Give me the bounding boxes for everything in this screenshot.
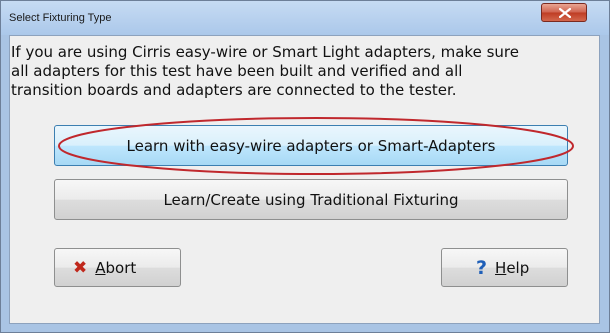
message-line: transition boards and adapters are conne… — [11, 81, 457, 99]
abort-button[interactable]: ✖ Abort — [54, 248, 181, 287]
close-icon — [559, 8, 571, 18]
x-icon: ✖ — [73, 257, 88, 278]
help-label: Help — [495, 258, 530, 277]
instruction-message: If you are using Cirris easy-wire or Sma… — [11, 43, 591, 100]
learn-traditional-label: Learn/Create using Traditional Fixturing — [163, 190, 459, 209]
window-title: Select Fixturing Type — [9, 12, 112, 24]
dialog-window: Select Fixturing Type If you are using C… — [0, 0, 610, 333]
abort-label: Abort — [95, 258, 137, 277]
close-button[interactable] — [541, 3, 587, 22]
title-bar[interactable]: Select Fixturing Type — [1, 1, 609, 35]
message-line: If you are using Cirris easy-wire or Sma… — [11, 43, 519, 61]
question-icon: ? — [476, 256, 488, 279]
learn-traditional-button[interactable]: Learn/Create using Traditional Fixturing — [54, 179, 568, 220]
help-button[interactable]: ? Help — [441, 248, 568, 287]
learn-easy-wire-button[interactable]: Learn with easy-wire adapters or Smart-A… — [54, 125, 568, 166]
learn-easy-wire-label: Learn with easy-wire adapters or Smart-A… — [126, 136, 496, 155]
message-line: all adapters for this test have been bui… — [11, 62, 463, 80]
